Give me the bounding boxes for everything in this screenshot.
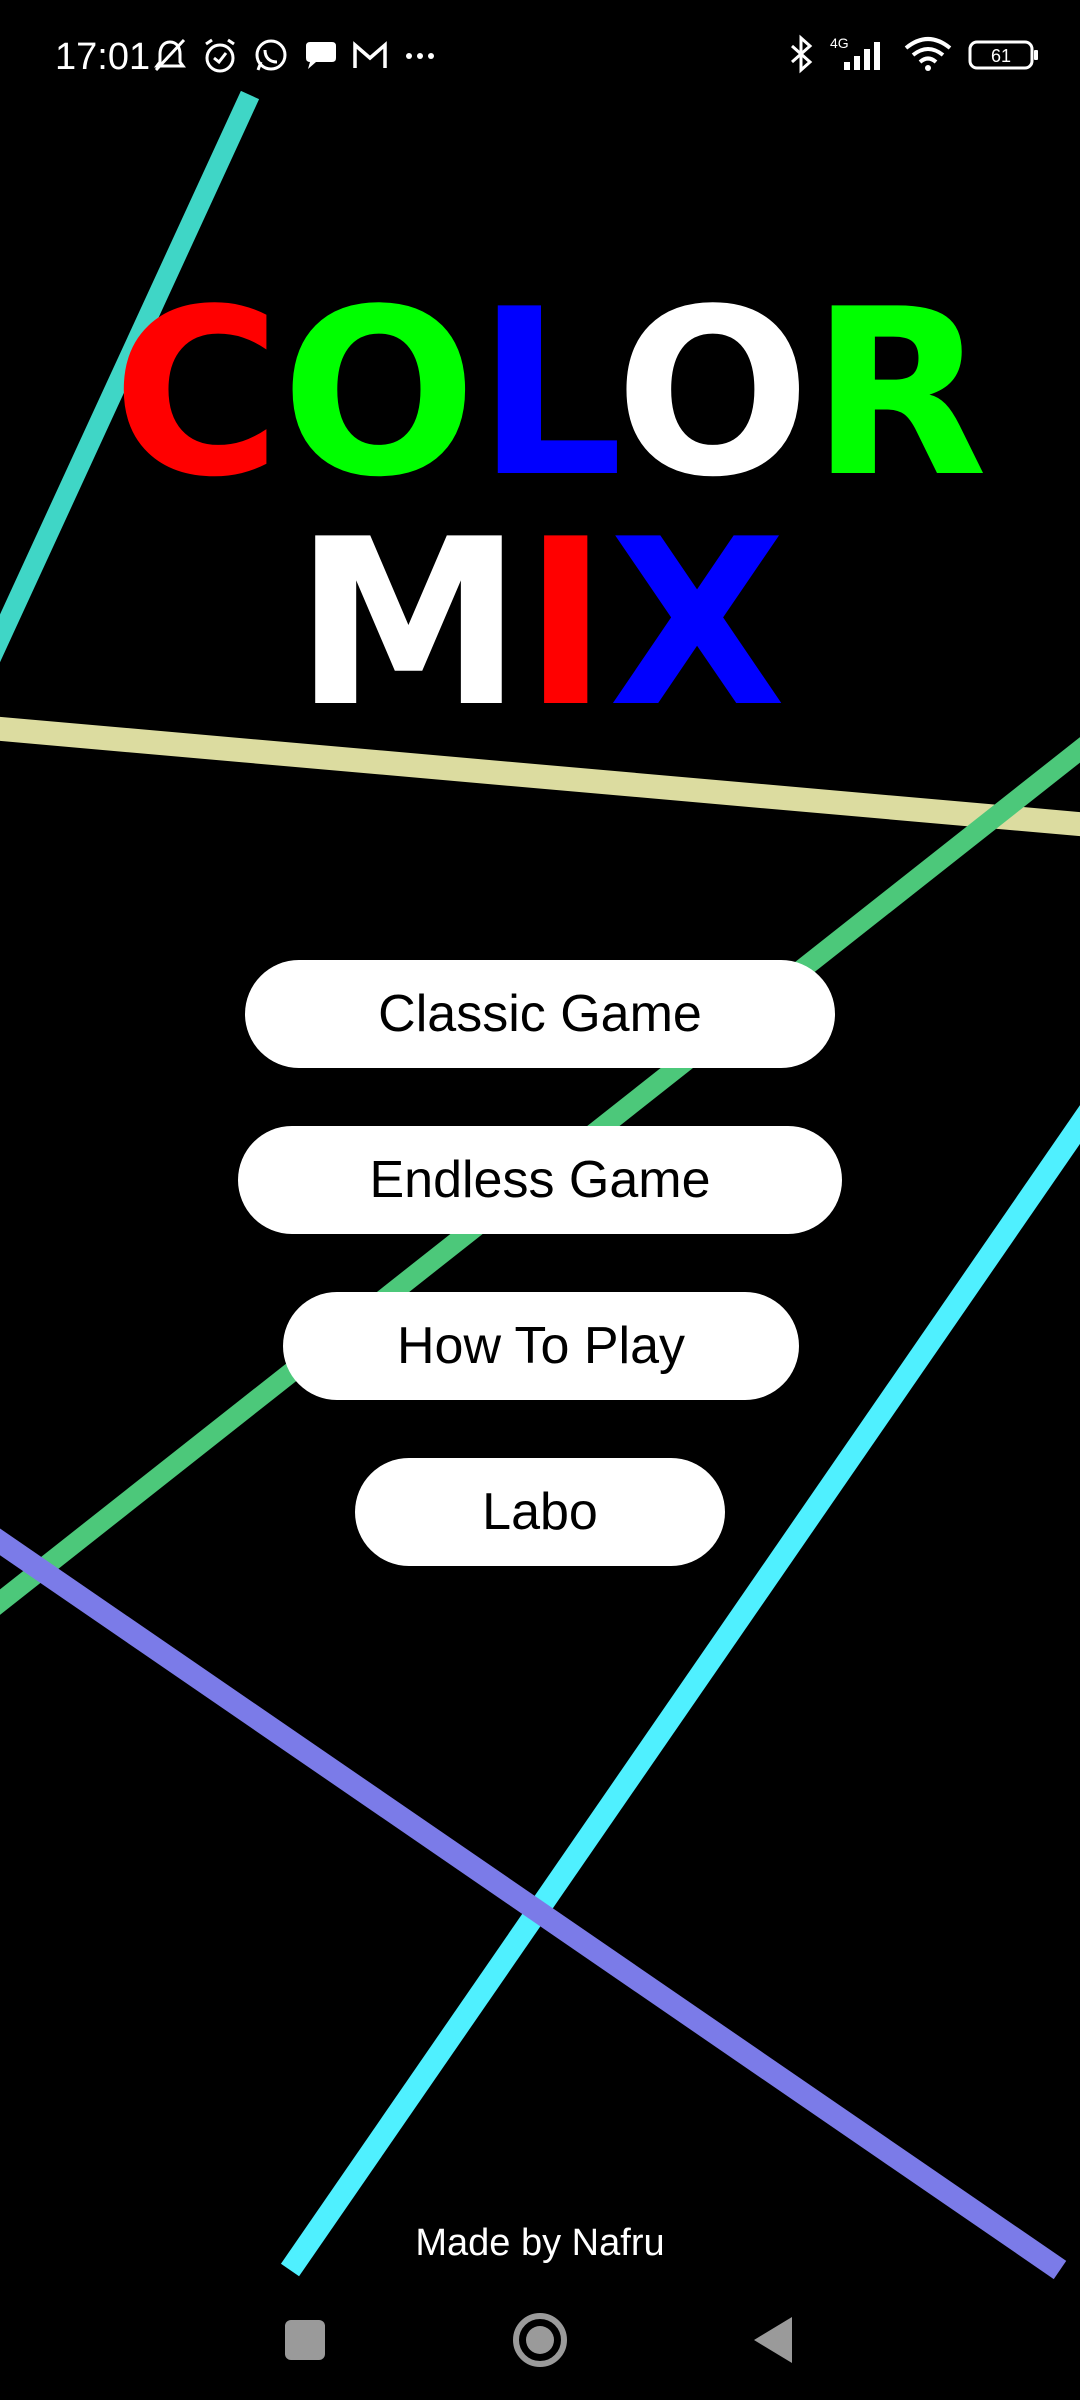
status-time: 17:01 — [55, 36, 151, 78]
navigation-bar — [0, 2275, 1080, 2400]
title-letter: L — [476, 261, 616, 528]
bluetooth-icon — [791, 34, 813, 74]
wifi-icon — [904, 37, 952, 71]
title-letter: R — [810, 261, 988, 528]
network-type: 4G — [830, 35, 849, 51]
more-icon — [406, 53, 434, 59]
credit-text: Made by Nafru — [415, 2222, 665, 2264]
game-title: COLOR MIX — [0, 280, 1080, 740]
title-letter: M — [294, 491, 523, 758]
silent-bell-icon — [154, 38, 186, 72]
labo-button[interactable]: Labo — [355, 1458, 725, 1566]
how-to-play-button[interactable]: How To Play — [283, 1292, 799, 1400]
endless-game-button[interactable]: Endless Game — [238, 1126, 842, 1234]
title-letter: I — [522, 491, 609, 758]
title-row-mix: MIX — [0, 510, 1080, 740]
title-letter: O — [615, 261, 811, 528]
back-triangle-icon[interactable] — [740, 2305, 810, 2375]
battery-level: 61 — [991, 46, 1011, 66]
recents-square-icon[interactable] — [270, 2305, 340, 2375]
whatsapp-icon — [255, 39, 287, 71]
title-letter: O — [281, 261, 477, 528]
status-bar: 17:01 4G 61 — [0, 0, 1080, 120]
line-purple — [0, 1528, 1067, 2280]
title-row-color: COLOR — [20, 280, 1080, 510]
title-letter: X — [608, 491, 786, 758]
home-circle-icon[interactable] — [505, 2305, 575, 2375]
battery-icon: 61 — [968, 40, 1038, 70]
system-status-icons: 4G 61 — [786, 34, 1040, 74]
chat-bubble-icon — [306, 42, 336, 69]
classic-game-button[interactable]: Classic Game — [245, 960, 835, 1068]
gmail-icon — [353, 41, 387, 68]
cellular-signal-icon: 4G — [830, 35, 880, 70]
alarm-icon — [205, 38, 235, 73]
title-letter: C — [112, 261, 282, 528]
notification-icons — [150, 36, 440, 76]
